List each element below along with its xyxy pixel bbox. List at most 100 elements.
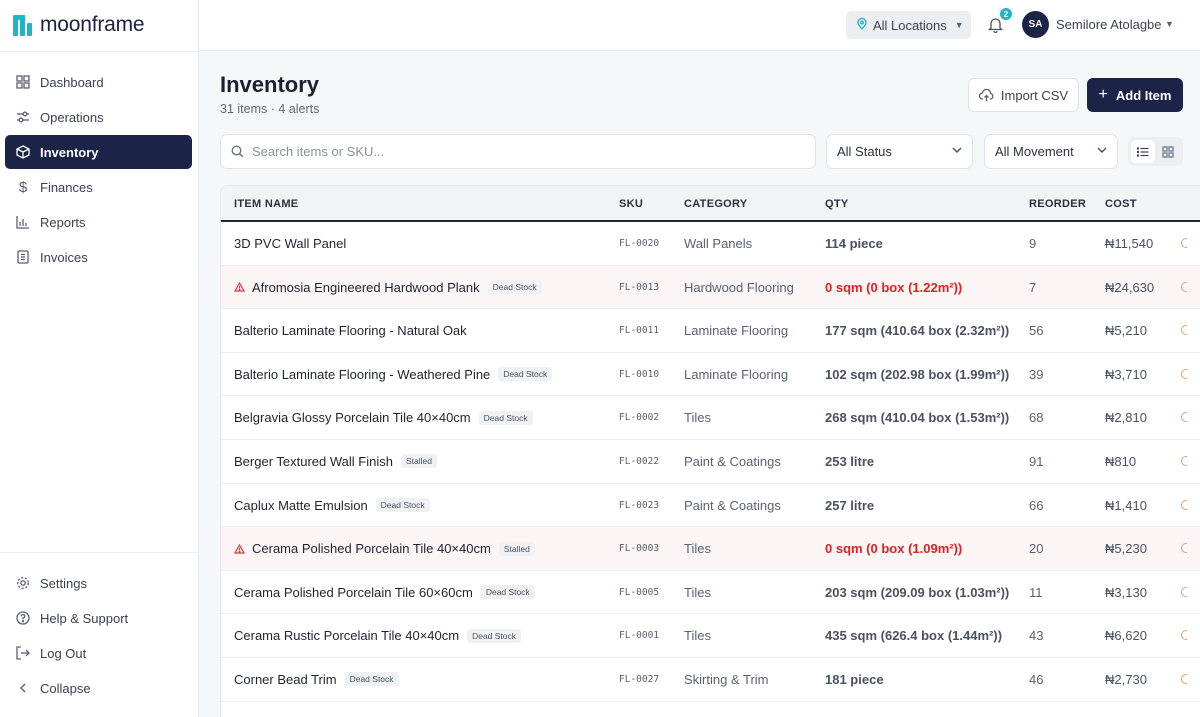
sku-cell: FL-0013 [619,281,660,293]
category-cell: Paint & Coatings [684,453,781,469]
status-pill-edge [1181,238,1187,248]
sidebar-item-operations[interactable]: Operations [5,100,192,134]
column-header-item-name[interactable]: ITEM NAME [234,198,298,210]
sliders-icon [15,109,31,125]
status-filter-select[interactable]: All Status [826,134,973,169]
table-row[interactable]: 3D PVC Wall Panel FL-0020 Wall Panels 114 p… [221,222,1200,266]
table-body: 3D PVC Wall Panel FL-0020 Wall Panels 114 p… [221,222,1200,702]
cost-cell: ₦5,230 [1105,541,1147,557]
cost-cell: ₦24,630 [1105,279,1155,295]
item-name[interactable]: Cerama Rustic Porcelain Tile 40×40cm [234,628,459,643]
search-input[interactable] [252,144,792,159]
status-filter-value: All Status [837,144,892,159]
table-row[interactable]: Cerama Polished Porcelain Tile 40×40cm St… [221,527,1200,571]
status-pill-edge [1181,630,1187,641]
table-row[interactable]: Balterio Laminate Flooring - Natural Oak… [221,309,1200,353]
avatar[interactable]: SA [1022,11,1049,38]
cost-cell: ₦3,710 [1105,366,1147,382]
qty-cell: 114 piece [825,236,883,251]
list-view-button[interactable] [1131,140,1155,163]
sidebar-item-help[interactable]: Help & Support [5,601,192,635]
gear-icon [15,575,31,591]
item-name[interactable]: Balterio Laminate Flooring - Weathered P… [234,367,490,382]
cloud-upload-icon [978,88,994,102]
box-icon [15,144,31,160]
sidebar-item-settings[interactable]: Settings [5,566,192,600]
table-row[interactable]: Caplux Matte Emulsion Dead Stock FL-0023 Pa… [221,484,1200,528]
sidebar-item-finances[interactable]: $ Finances [5,170,192,204]
table-row[interactable]: Afromosia Engineered Hardwood Plank Dead … [221,265,1200,310]
reorder-cell: 66 [1029,497,1044,513]
sidebar-item-dashboard[interactable]: Dashboard [5,65,192,99]
divider [0,51,199,52]
movement-filter-select[interactable]: All Movement [984,134,1118,169]
column-header-qty[interactable]: QTY [825,198,849,210]
movement-filter-value: All Movement [995,144,1074,159]
item-name[interactable]: Cerama Polished Porcelain Tile 60×60cm [234,585,473,600]
import-csv-button[interactable]: Import CSV [968,78,1079,112]
location-selector[interactable]: All Locations ▼ [846,11,971,39]
category-cell: Wall Panels [684,236,753,251]
app-logo[interactable]: moonframe [12,12,145,38]
sidebar-item-invoices[interactable]: Invoices [5,240,192,274]
grid-icon [15,74,31,90]
plus-icon: + [1098,86,1108,103]
table-row[interactable]: Cerama Rustic Porcelain Tile 40×40cm Dead… [221,614,1200,658]
column-header-cost[interactable]: COST [1105,198,1137,210]
item-name-cell: Cerama Rustic Porcelain Tile 40×40cm Dead… [234,628,522,643]
grid-view-button[interactable] [1156,140,1180,163]
item-name-cell: Berger Textured Wall Finish Stalled [234,454,437,469]
sku-cell: FL-0011 [619,325,660,337]
category-cell: Tiles [684,584,711,600]
item-name[interactable]: Berger Textured Wall Finish [234,454,393,469]
item-name[interactable]: Afromosia Engineered Hardwood Plank [252,280,480,295]
item-name-cell: Cerama Polished Porcelain Tile 60×60cm De… [234,585,535,600]
cost-cell: ₦6,620 [1105,628,1147,644]
add-item-label: Add Item [1115,87,1172,103]
category-cell: Hardwood Flooring [684,279,794,295]
sku-cell: FL-0005 [619,586,660,598]
page-title: Inventory [220,72,320,97]
sidebar-item-inventory[interactable]: Inventory [5,135,192,169]
table-row[interactable]: Berger Textured Wall Finish Stalled FL-002… [221,440,1200,484]
app-name: moonframe [40,13,145,36]
cost-cell: ₦2,730 [1105,671,1147,687]
reorder-cell: 11 [1029,584,1043,600]
sidebar-item-reports[interactable]: Reports [5,205,192,239]
table-row[interactable]: Cerama Polished Porcelain Tile 60×60cm De… [221,571,1200,615]
qty-cell: 435 sqm (626.4 box (1.44m²)) [825,628,1003,644]
sidebar-item-label: Collapse [40,680,91,696]
chevron-down-icon[interactable]: ▼ [1165,19,1174,29]
item-name[interactable]: Caplux Matte Emulsion [234,498,368,513]
column-header-reorder[interactable]: REORDER [1029,198,1086,210]
table-row[interactable]: Corner Bead Trim Dead Stock FL-0027 Skirtin… [221,658,1200,702]
add-item-button[interactable]: + Add Item [1087,78,1183,112]
column-header-category[interactable]: CATEGORY [684,198,748,210]
search-box[interactable] [220,134,816,169]
status-badge: Stalled [498,541,535,556]
table-row[interactable]: Balterio Laminate Flooring - Weathered P… [221,353,1200,397]
reorder-cell: 9 [1029,236,1037,251]
status-badge: Dead Stock [487,280,542,295]
sku-cell: FL-0020 [619,238,660,249]
topbar: All Locations ▼ 2 SA Semilore Atolagbe ▼ [199,0,1200,51]
sidebar-item-label: Invoices [40,249,88,265]
sku-cell: FL-0023 [619,499,660,511]
user-name[interactable]: Semilore Atolagbe [1056,17,1162,32]
sidebar-item-collapse[interactable]: Collapse [5,671,192,705]
bar-chart-icon [15,214,31,230]
item-name[interactable]: Cerama Polished Porcelain Tile 40×40cm [252,541,491,556]
item-name[interactable]: Balterio Laminate Flooring - Natural Oak [234,323,467,338]
item-name[interactable]: Belgravia Glossy Porcelain Tile 40×40cm [234,410,471,425]
item-name-cell: Balterio Laminate Flooring - Weathered P… [234,367,553,382]
sku-cell: FL-0010 [619,368,660,380]
sidebar-item-logout[interactable]: Log Out [5,636,192,670]
table-row[interactable]: Belgravia Glossy Porcelain Tile 40×40cm D… [221,396,1200,440]
status-pill-edge [1181,586,1187,597]
column-header-sku[interactable]: SKU [619,198,643,210]
sidebar-item-label: Operations [40,109,104,125]
item-name[interactable]: 3D PVC Wall Panel [234,236,346,251]
qty-cell: 0 sqm (0 box (1.09m²)) [825,541,963,557]
item-name[interactable]: Corner Bead Trim [234,672,337,687]
location-label: All Locations [873,17,947,33]
